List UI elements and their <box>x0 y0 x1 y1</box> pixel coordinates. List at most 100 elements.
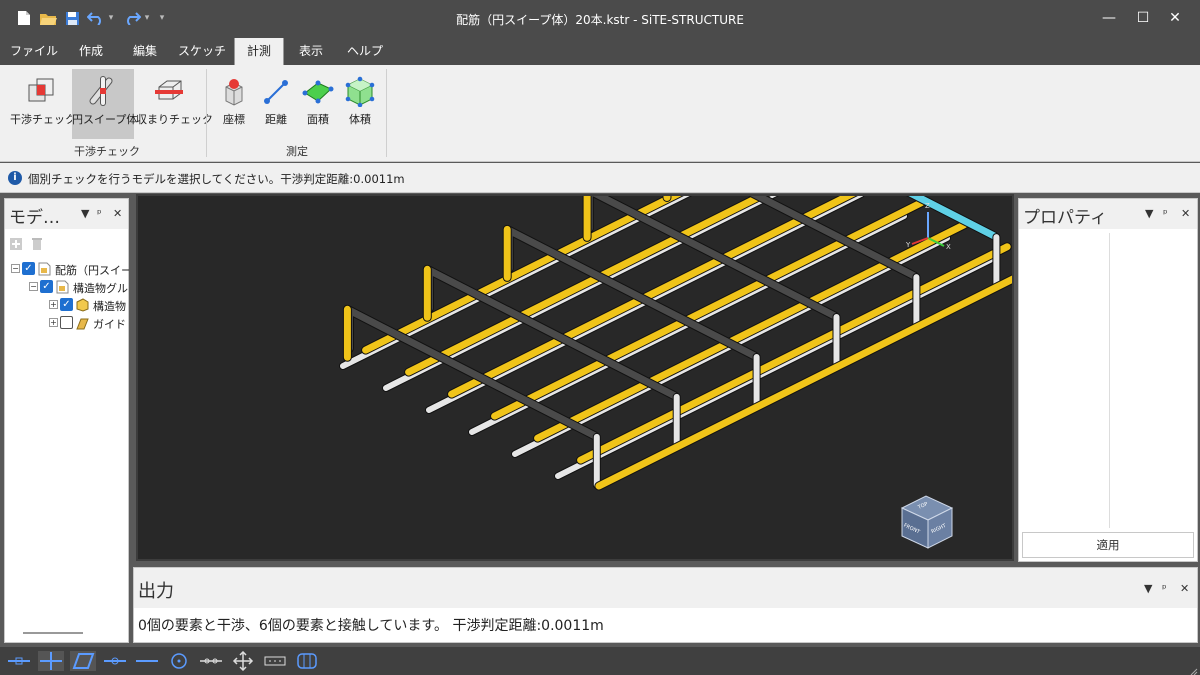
axis-y-label: Y <box>906 241 911 249</box>
area-button[interactable]: 面積 <box>298 69 338 139</box>
rebar-yellow[interactable] <box>577 243 1011 464</box>
snap-move-icon[interactable] <box>230 650 256 672</box>
area-icon <box>302 75 334 110</box>
ribbon: 干渉チェック 円スイープ体 収まりチェック 干渉チェック 座標 距離 面積 体積… <box>0 65 1200 162</box>
view-cube[interactable]: TOP FRONT RIGHT <box>898 492 956 552</box>
snap-midpoint-icon[interactable] <box>102 651 128 671</box>
tree-item-guide[interactable]: + ガイド <box>49 315 129 332</box>
rebar-model-render[interactable] <box>138 105 1025 559</box>
tab-edit[interactable]: 編集 <box>120 38 170 65</box>
tree-checkbox[interactable] <box>60 316 73 329</box>
property-panel: プロパティ ▼ ᵖ ✕ 適用 <box>1018 198 1198 562</box>
ribbon-group-separator <box>206 69 207 157</box>
app-window: ▾ ▾ ▾ 配筋（円スイープ体）20本.kstr - SiTE-STRUCTUR… <box>0 0 1200 675</box>
output-panel-dropdown-icon[interactable]: ▼ <box>1144 582 1152 595</box>
output-panel-pin-icon[interactable]: ᵖ <box>1162 582 1167 595</box>
axis-gizmo: Z X Y <box>906 202 956 252</box>
rebar-yellow[interactable] <box>491 199 925 420</box>
tree-item-label: 構造物グループ <box>73 282 129 295</box>
volume-button[interactable]: 体積 <box>340 69 380 139</box>
guide-icon <box>76 316 89 330</box>
coordinate-button[interactable]: 座標 <box>214 69 254 139</box>
circular-sweep-button[interactable]: 円スイープ体 <box>72 69 138 139</box>
axis-x-label: X <box>946 243 951 251</box>
property-panel-close-icon[interactable]: ✕ <box>1181 207 1190 220</box>
snap-line-icon[interactable] <box>134 651 160 671</box>
interference-check-button[interactable]: 干渉チェック <box>10 69 76 139</box>
property-grid-divider <box>1109 233 1110 528</box>
tree-collapse-icon[interactable]: − <box>29 282 38 291</box>
property-panel-header: プロパティ ▼ ᵖ ✕ <box>1019 199 1197 229</box>
tab-create[interactable]: 作成 <box>66 38 116 65</box>
menu-bar: ファイル 作成 編集 スケッチ 計測 表示 ヘルプ <box>0 38 1200 65</box>
minimize-button[interactable]: — <box>1094 6 1124 30</box>
snap-center-icon[interactable] <box>166 651 192 671</box>
output-panel-close-icon[interactable]: ✕ <box>1180 582 1189 595</box>
maximize-button[interactable]: ☐ <box>1128 6 1158 30</box>
coordinate-label: 座標 <box>223 113 245 126</box>
property-panel-pin-icon[interactable]: ᵖ <box>1163 207 1168 220</box>
tree-item-label: 配筋（円スイープ体）20本 <box>55 264 129 277</box>
distance-icon <box>262 75 290 110</box>
3d-viewport[interactable]: Z X Y TOP FRONT RIGHT <box>136 105 1025 561</box>
model-panel-dropdown-icon[interactable]: ▼ <box>81 207 89 220</box>
document-icon <box>38 262 51 276</box>
tree-item-structure-group[interactable]: − ✓ 構造物グループ <box>29 279 129 296</box>
close-button[interactable]: ✕ <box>1160 6 1190 30</box>
output-panel-header: 出力 ▼ ᵖ ✕ <box>134 568 1197 608</box>
axis-z-label: Z <box>925 202 930 210</box>
snap-grid-icon[interactable] <box>294 651 320 671</box>
output-message: 0個の要素と干渉、6個の要素と接触しています。 干渉判定距離:0.0011m <box>138 618 604 634</box>
title-bar: ▾ ▾ ▾ 配筋（円スイープ体）20本.kstr - SiTE-STRUCTUR… <box>0 0 1200 38</box>
tab-sketch[interactable]: スケッチ <box>172 38 232 65</box>
rebar-stirrup[interactable] <box>425 266 678 400</box>
tree-checkbox[interactable]: ✓ <box>60 298 73 311</box>
output-panel: 出力 ▼ ᵖ ✕ 0個の要素と干渉、6個の要素と接触しています。 干渉判定距離:… <box>133 567 1198 643</box>
volume-label: 体積 <box>349 113 371 126</box>
snap-intersection-icon[interactable] <box>38 651 64 671</box>
snap-plane-icon[interactable] <box>70 651 96 671</box>
tab-view[interactable]: 表示 <box>288 38 334 65</box>
rebar-stirrup[interactable] <box>505 227 758 360</box>
delete-model-icon[interactable] <box>31 237 43 254</box>
tree-checkbox[interactable]: ✓ <box>22 262 35 275</box>
tree-expand-icon[interactable]: + <box>49 318 58 327</box>
info-bar: i 個別チェックを行うモデルを選択してください。干渉判定距離:0.0011m <box>0 163 1200 193</box>
rebar-stirrup[interactable] <box>346 306 599 440</box>
tree-item-structure[interactable]: + ✓ 構造物 <box>49 297 129 314</box>
area-label: 面積 <box>307 113 329 126</box>
circular-sweep-label: 円スイープ体 <box>72 113 138 126</box>
snap-endpoint-icon[interactable] <box>6 651 32 671</box>
model-panel-close-icon[interactable]: ✕ <box>113 207 122 220</box>
distance-label: 距離 <box>265 113 287 126</box>
tree-item-label: ガイド <box>93 318 126 331</box>
window-title: 配筋（円スイープ体）20本.kstr - SiTE-STRUCTURE <box>456 13 744 27</box>
snap-divide-icon[interactable] <box>198 651 224 671</box>
distance-button[interactable]: 距離 <box>256 69 296 139</box>
volume-icon <box>344 75 376 110</box>
coordinate-icon <box>220 75 248 110</box>
property-panel-title: プロパティ <box>1023 208 1107 228</box>
tab-help[interactable]: ヘルプ <box>338 38 392 65</box>
structure-icon <box>76 298 89 312</box>
interference-group-label: 干渉チェック <box>74 145 140 158</box>
resize-grip-icon[interactable] <box>1190 665 1198 675</box>
model-panel: モデ… ▼ ᵖ ✕ − ✓ 配筋（円スイープ体）20本 − ✓ 構造物グループ … <box>4 198 129 643</box>
tab-measure[interactable]: 計測 <box>234 38 284 65</box>
fit-check-button[interactable]: 収まりチェック <box>136 69 213 139</box>
tab-file[interactable]: ファイル <box>6 38 62 65</box>
tree-collapse-icon[interactable]: − <box>11 264 20 273</box>
add-model-icon[interactable] <box>9 237 23 254</box>
property-panel-dropdown-icon[interactable]: ▼ <box>1145 207 1153 220</box>
ribbon-group-separator <box>386 69 387 157</box>
tree-expand-icon[interactable]: + <box>49 300 58 309</box>
info-message: 個別チェックを行うモデルを選択してください。干渉判定距離:0.0011m <box>28 172 405 186</box>
model-panel-header: モデ… ▼ ᵖ ✕ <box>5 199 128 229</box>
apply-button[interactable]: 適用 <box>1022 532 1194 558</box>
snap-dimension-icon[interactable] <box>262 651 288 671</box>
horizontal-scrollbar[interactable] <box>23 632 83 634</box>
model-panel-pin-icon[interactable]: ᵖ <box>97 207 102 220</box>
circular-sweep-icon <box>87 75 119 110</box>
tree-checkbox[interactable]: ✓ <box>40 280 53 293</box>
tree-item-root[interactable]: − ✓ 配筋（円スイープ体）20本 <box>11 261 129 278</box>
